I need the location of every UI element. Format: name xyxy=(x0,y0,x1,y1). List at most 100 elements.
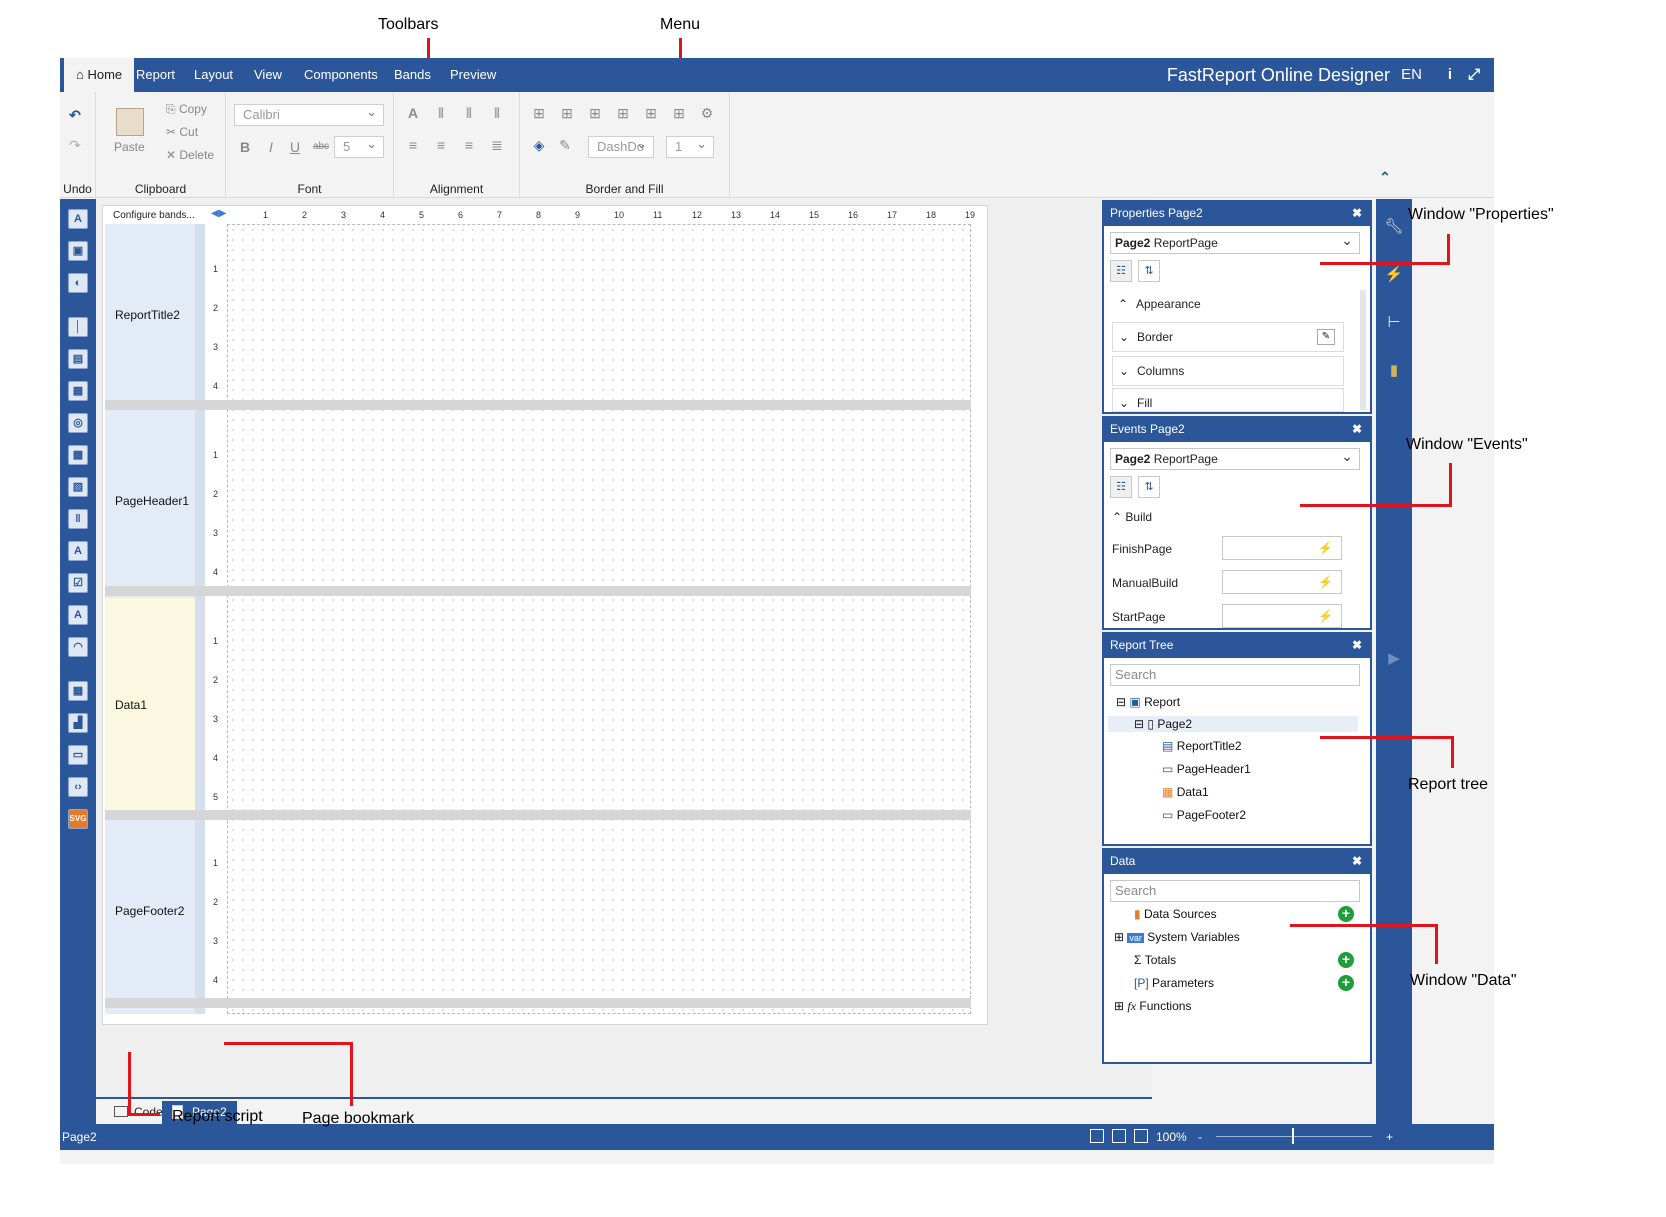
align-top-icon[interactable]: ⦀ xyxy=(432,104,450,122)
property-border[interactable]: ⌄ Border ✎ xyxy=(1112,322,1344,352)
sort-az-icon[interactable]: ⇅ xyxy=(1138,476,1160,498)
scrollbar[interactable] xyxy=(1360,290,1366,410)
border-all-icon[interactable]: ⊞ xyxy=(530,104,548,122)
band-pageheader1[interactable]: PageHeader1 xyxy=(105,494,195,508)
data-search[interactable]: Search xyxy=(1110,880,1360,902)
barcode-object-icon[interactable]: ‖ xyxy=(68,509,88,529)
text-object-icon[interactable]: A xyxy=(68,209,88,229)
close-icon[interactable]: ✖ xyxy=(1352,202,1362,224)
tab-components[interactable]: Components xyxy=(292,58,390,92)
tab-view[interactable]: View xyxy=(242,58,294,92)
tree-item-data1[interactable]: ▦ Data1 xyxy=(1162,784,1209,800)
report-tree-search[interactable]: Search xyxy=(1110,664,1360,686)
band-pagefooter2[interactable]: PageFooter2 xyxy=(105,904,195,918)
align-left-icon[interactable]: ≡ xyxy=(404,136,422,154)
event-finishpage-field[interactable]: ⚡ xyxy=(1222,536,1342,560)
tab-preview[interactable]: Preview xyxy=(438,58,508,92)
font-size-select[interactable]: 5 xyxy=(334,134,384,158)
border-bottom-icon[interactable]: ⊞ xyxy=(670,104,688,122)
strikethrough-icon[interactable]: abc xyxy=(312,138,330,156)
border-right-icon[interactable]: ⊞ xyxy=(642,104,660,122)
tree-icon[interactable]: ⊢ xyxy=(1384,313,1404,333)
data-item-totals[interactable]: Σ Totals xyxy=(1134,952,1176,968)
gauge-object-icon[interactable]: ◠ xyxy=(68,637,88,657)
zoom-out-button[interactable]: - xyxy=(1198,1130,1202,1144)
edit-icon[interactable]: ✎ xyxy=(1317,329,1335,345)
line-object-icon[interactable]: │ xyxy=(68,317,88,337)
code-object-icon[interactable]: ‹› xyxy=(68,777,88,797)
zoom-in-button[interactable]: + xyxy=(1386,1130,1393,1144)
tab-report[interactable]: Report xyxy=(124,58,187,92)
border-settings-icon[interactable]: ⚙ xyxy=(698,104,716,122)
close-icon[interactable]: ✖ xyxy=(1352,850,1362,872)
close-icon[interactable]: ✖ xyxy=(1352,634,1362,656)
actual-size-icon[interactable] xyxy=(1134,1129,1148,1143)
text-style-icon[interactable]: A xyxy=(404,104,422,122)
align-center-icon[interactable]: ≡ xyxy=(432,136,450,154)
border-none-icon[interactable]: ⊞ xyxy=(558,104,576,122)
collapse-panels-icon[interactable]: ▶ xyxy=(1384,649,1404,669)
event-manualbuild-field[interactable]: ⚡ xyxy=(1222,570,1342,594)
data-item-data-sources[interactable]: ▮ Data Sources xyxy=(1134,906,1217,922)
copy-button[interactable]: ⎘ Copy xyxy=(166,102,207,117)
tab-bands[interactable]: Bands xyxy=(382,58,443,92)
rich-text-object-icon[interactable]: A xyxy=(68,541,88,561)
zoom-slider-thumb[interactable] xyxy=(1292,1128,1294,1144)
tree-item-reporttitle2[interactable]: ▤ ReportTitle2 xyxy=(1162,738,1242,754)
configure-bands-button[interactable]: Configure bands... xyxy=(113,210,195,221)
font-family-select[interactable]: Calibri xyxy=(234,102,384,126)
fill-color-icon[interactable]: ◈ xyxy=(530,136,548,154)
tree-item-pagefooter2[interactable]: ▭ PageFooter2 xyxy=(1162,807,1246,823)
band-data1[interactable]: Data1 xyxy=(105,698,195,712)
zoom-slider[interactable] xyxy=(1216,1136,1372,1137)
tree-item-report[interactable]: ⊟ ▣ Report xyxy=(1116,694,1180,710)
matrix-object-icon[interactable]: ▩ xyxy=(68,445,88,465)
border-width-select[interactable]: 1 xyxy=(666,134,714,158)
events-object-select[interactable]: Page2 ReportPage xyxy=(1110,446,1360,470)
chart-object-icon[interactable]: ▟ xyxy=(68,713,88,733)
design-surface[interactable] xyxy=(227,224,971,1014)
collapse-ribbon-icon[interactable]: ⌃ xyxy=(1376,168,1394,186)
tree-item-pageheader1[interactable]: ▭ PageHeader1 xyxy=(1162,761,1251,777)
data-item-functions[interactable]: ⊞ fx Functions xyxy=(1114,998,1191,1014)
add-total-icon[interactable]: + xyxy=(1338,952,1354,968)
dialog-object-icon[interactable]: ▭ xyxy=(68,745,88,765)
svg-object-icon[interactable]: SVG xyxy=(68,809,88,829)
property-group-appearance[interactable]: ⌃ Appearance xyxy=(1112,290,1344,320)
bold-icon[interactable]: B xyxy=(236,138,254,156)
align-right-icon[interactable]: ≡ xyxy=(460,136,478,154)
tab-layout[interactable]: Layout xyxy=(182,58,245,92)
table-object-icon[interactable]: ▦ xyxy=(68,381,88,401)
shape-object-icon[interactable]: ◐ xyxy=(68,273,88,293)
wrench-icon[interactable]: 🔧︎ xyxy=(1384,217,1404,237)
underline-icon[interactable]: U xyxy=(286,138,304,156)
fit-width-icon[interactable] xyxy=(1090,1129,1104,1143)
paste-button[interactable]: Paste xyxy=(114,140,145,154)
delete-button[interactable]: ✕ Delete xyxy=(166,148,214,162)
border-left-icon[interactable]: ⊞ xyxy=(586,104,604,122)
band-reporttitle2[interactable]: ReportTitle2 xyxy=(105,308,195,322)
italic-icon[interactable]: I xyxy=(262,138,280,156)
redo-icon[interactable]: ↷ xyxy=(66,136,84,154)
fit-page-icon[interactable] xyxy=(1112,1129,1126,1143)
picture-object-icon[interactable]: ▣ xyxy=(68,241,88,261)
data-item-parameters[interactable]: [P] Parameters xyxy=(1134,975,1214,991)
property-columns[interactable]: ⌄ Columns xyxy=(1112,356,1344,386)
undo-icon[interactable]: ↶ xyxy=(66,106,84,124)
text-field-object-icon[interactable]: A xyxy=(68,605,88,625)
cross-object-icon[interactable]: ▧ xyxy=(68,477,88,497)
border-color-icon[interactable]: ✎ xyxy=(556,136,574,154)
border-style-select[interactable]: DashDo xyxy=(588,134,654,158)
fullscreen-icon[interactable]: ⤢ xyxy=(1468,58,1480,92)
data-item-system-variables[interactable]: ⊞ var System Variables xyxy=(1114,929,1240,946)
cut-button[interactable]: ✂ Cut xyxy=(166,125,198,139)
align-justify-icon[interactable]: ≣ xyxy=(488,136,506,154)
cellular-text-object-icon[interactable]: ▦ xyxy=(68,681,88,701)
property-fill[interactable]: ⌄ Fill xyxy=(1112,388,1344,412)
close-icon[interactable]: ✖ xyxy=(1352,418,1362,440)
categorized-view-icon[interactable]: ☷ xyxy=(1110,260,1132,282)
properties-object-select[interactable]: Page2 ReportPage xyxy=(1110,230,1360,254)
event-startpage-field[interactable]: ⚡ xyxy=(1222,604,1342,628)
checkbox-object-icon[interactable]: ☑ xyxy=(68,573,88,593)
database-icon[interactable]: ▮ xyxy=(1384,361,1404,381)
